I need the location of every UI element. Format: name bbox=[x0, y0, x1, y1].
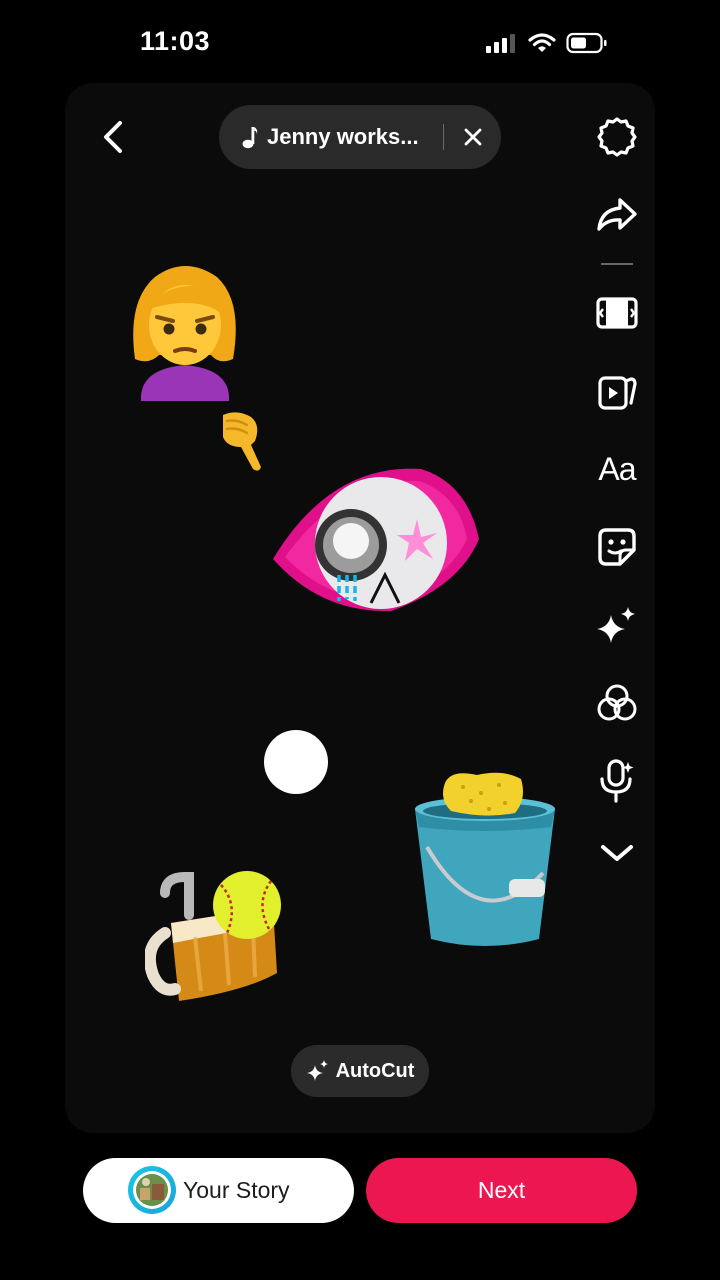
avatar bbox=[128, 1166, 176, 1214]
settings-icon bbox=[597, 117, 637, 157]
beer-mug-with-softball-sticker[interactable] bbox=[145, 867, 287, 1009]
text-tool-label: Aa bbox=[598, 450, 636, 487]
aspect-ratio-icon bbox=[596, 297, 638, 329]
stickers-button[interactable] bbox=[593, 523, 641, 571]
music-selector[interactable]: Jenny works... bbox=[219, 105, 501, 169]
effects-button[interactable] bbox=[593, 601, 641, 649]
pill-divider bbox=[443, 124, 444, 150]
filters-button[interactable] bbox=[593, 679, 641, 727]
voice-effect-button[interactable] bbox=[593, 757, 641, 805]
your-story-button[interactable]: Your Story bbox=[83, 1158, 354, 1223]
pointing-down-hand-emoji[interactable] bbox=[217, 409, 265, 475]
voice-effect-icon bbox=[600, 759, 634, 803]
next-button[interactable]: Next bbox=[366, 1158, 637, 1223]
toolbar-divider bbox=[601, 263, 633, 265]
more-tools-button[interactable] bbox=[593, 829, 641, 877]
share-button[interactable] bbox=[593, 191, 641, 239]
woman-tipping-hand-emoji[interactable] bbox=[125, 261, 245, 407]
white-dot[interactable] bbox=[264, 730, 328, 794]
autocut-label: AutoCut bbox=[335, 1059, 415, 1082]
status-icons bbox=[486, 32, 608, 54]
aspect-ratio-button[interactable] bbox=[593, 289, 641, 337]
back-chevron-icon bbox=[104, 121, 122, 153]
your-story-label: Your Story bbox=[183, 1177, 290, 1203]
autocut-sparkle-icon bbox=[306, 1060, 328, 1081]
settings-button[interactable] bbox=[593, 113, 641, 161]
autocut-button[interactable]: AutoCut bbox=[291, 1045, 429, 1097]
back-button[interactable] bbox=[93, 115, 133, 159]
more-chevron-icon bbox=[601, 845, 633, 861]
status-time: 11:03 bbox=[140, 26, 211, 56]
effects-sparkle-icon bbox=[597, 607, 635, 643]
music-note-icon bbox=[242, 127, 258, 149]
music-title: Jenny works... bbox=[267, 124, 419, 149]
battery-icon bbox=[566, 32, 607, 54]
templates-icon bbox=[598, 376, 637, 410]
templates-button[interactable] bbox=[593, 367, 641, 415]
remove-music-button[interactable] bbox=[457, 121, 489, 153]
text-tool-button[interactable]: Aa bbox=[593, 445, 641, 493]
status-bar: 11:03 bbox=[0, 0, 720, 88]
eye-graphic-sticker[interactable] bbox=[271, 463, 481, 615]
share-icon bbox=[597, 198, 637, 231]
story-canvas[interactable]: Jenny works... Aa AutoCut bbox=[65, 83, 655, 1133]
close-icon bbox=[464, 128, 482, 146]
wifi-icon bbox=[528, 33, 556, 52]
bucket-with-sponge-sticker[interactable] bbox=[411, 769, 559, 949]
cellular-signal-icon bbox=[486, 34, 515, 53]
filters-icon bbox=[597, 684, 637, 721]
sticker-icon bbox=[598, 528, 636, 566]
avatar-image bbox=[133, 1171, 171, 1209]
